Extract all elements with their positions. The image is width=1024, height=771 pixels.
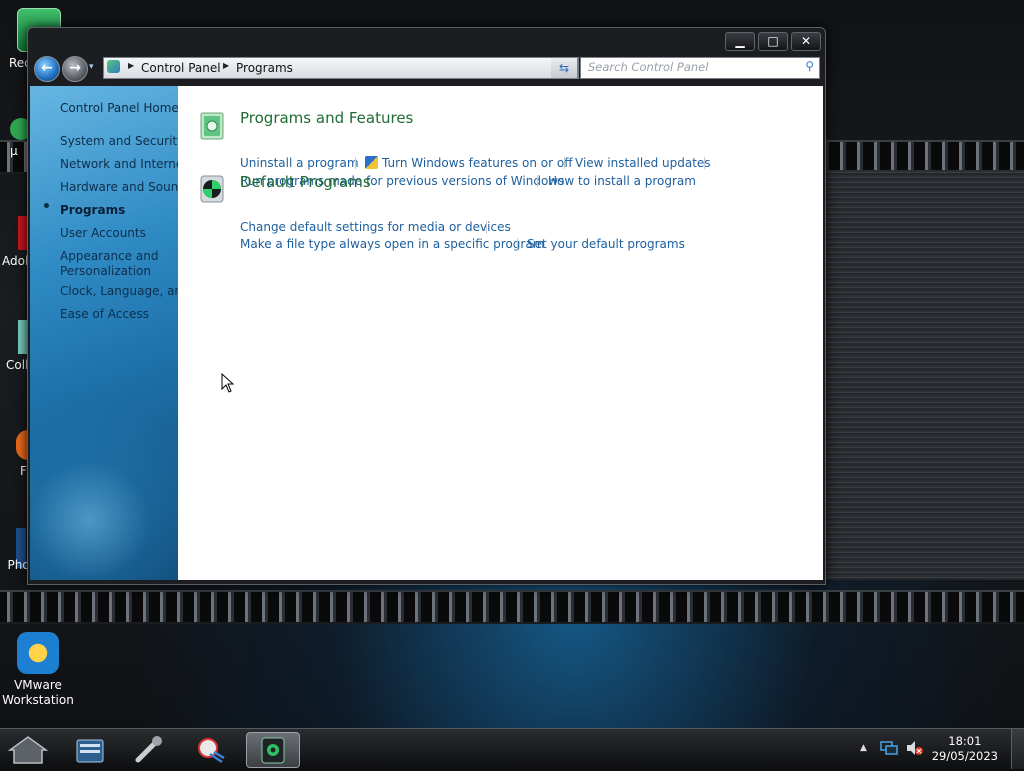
close-button[interactable]: ✕ bbox=[791, 32, 821, 51]
taskbar: ▲ 18:01 29/05/2023 bbox=[0, 728, 1024, 769]
sidebar-item-control-panel-home[interactable]: Control Panel Home bbox=[60, 101, 179, 115]
folder-icon bbox=[76, 739, 104, 763]
show-desktop-button[interactable] bbox=[1011, 729, 1024, 769]
link-divider bbox=[537, 175, 538, 187]
taskbar-media[interactable] bbox=[124, 732, 176, 766]
maximize-icon: □ bbox=[767, 34, 779, 48]
desktop-icon-label: µ bbox=[10, 144, 18, 158]
desktop-icon-label: Adol bbox=[2, 254, 29, 268]
tray-expand-icon[interactable]: ▲ bbox=[860, 743, 867, 753]
taskbar-control-panel[interactable] bbox=[246, 732, 300, 768]
back-button[interactable]: ← bbox=[34, 56, 60, 82]
vmware-icon bbox=[17, 632, 59, 674]
sidebar-item-appearance[interactable]: Appearance and bbox=[60, 249, 158, 263]
search-input[interactable] bbox=[581, 58, 793, 76]
link-divider bbox=[564, 157, 565, 169]
mouse-cursor-icon bbox=[221, 373, 235, 393]
system-clock[interactable]: 18:01 29/05/2023 bbox=[932, 734, 998, 764]
wallpaper-metal-panel bbox=[825, 170, 1024, 580]
link-how-to-install[interactable]: How to install a program bbox=[548, 174, 696, 188]
link-divider bbox=[704, 157, 705, 169]
breadcrumb-programs[interactable]: Programs bbox=[236, 61, 293, 75]
link-file-type-association[interactable]: Make a file type always open in a specif… bbox=[240, 237, 544, 251]
minimize-button[interactable]: ▁ bbox=[725, 32, 755, 51]
address-bar[interactable]: ▶ Control Panel ▶ Programs ▾ bbox=[103, 57, 579, 79]
refresh-icon: ⇆ bbox=[558, 61, 570, 75]
sidebar-item-personalization[interactable]: Personalization bbox=[60, 264, 151, 278]
category-title-programs-and-features[interactable]: Programs and Features bbox=[240, 109, 413, 127]
clock-date: 29/05/2023 bbox=[931, 749, 998, 763]
arrow-right-icon: → bbox=[69, 60, 81, 76]
maximize-button[interactable]: □ bbox=[758, 32, 788, 51]
search-box: ⚲ bbox=[580, 57, 820, 79]
link-divider bbox=[517, 238, 518, 250]
desktop-icon-label: Coll bbox=[6, 358, 29, 372]
control-panel-icon bbox=[261, 737, 285, 764]
control-panel-window: ▁ □ ✕ ← → ▾ ▶ Control Panel ▶ Programs ▾… bbox=[27, 27, 826, 585]
desktop-icon-utorrent[interactable]: µ bbox=[0, 118, 32, 159]
active-item-bullet-icon bbox=[44, 203, 49, 208]
category-title-default-programs[interactable]: Default Programs bbox=[240, 173, 371, 191]
sidebar-item-programs[interactable]: Programs bbox=[60, 203, 125, 217]
forward-button[interactable]: → bbox=[62, 56, 88, 82]
sidebar-item-user-accounts[interactable]: User Accounts bbox=[60, 226, 146, 240]
uac-shield-icon bbox=[365, 156, 378, 169]
desktop-icon-firefox[interactable]: F bbox=[0, 430, 28, 479]
scissors-icon bbox=[198, 738, 225, 764]
sidebar-item-network-and-internet[interactable]: Network and Internet bbox=[60, 157, 188, 171]
control-panel-icon bbox=[107, 60, 120, 73]
link-windows-features[interactable]: Turn Windows features on or off bbox=[365, 156, 573, 170]
desktop-icon-adobe[interactable]: Adol bbox=[0, 216, 28, 269]
wallpaper-grille bbox=[0, 590, 1024, 624]
breadcrumb-separator-icon: ▶ bbox=[223, 61, 230, 70]
microphone-icon bbox=[135, 736, 162, 763]
default-programs-icon bbox=[200, 175, 224, 203]
navigation-bar: ← → ▾ ▶ Control Panel ▶ Programs ▾ ⇆ ⚲ bbox=[32, 56, 821, 82]
link-view-installed-updates[interactable]: View installed updates bbox=[575, 156, 711, 170]
link-windows-features-label: Turn Windows features on or off bbox=[382, 156, 573, 170]
breadcrumb-separator-icon: ▶ bbox=[128, 61, 135, 70]
minimize-icon: ▁ bbox=[735, 34, 745, 48]
main-content: Programs and Features Uninstall a progra… bbox=[178, 86, 823, 580]
sidebar: Control Panel Home System and Security N… bbox=[30, 86, 190, 580]
network-icon[interactable] bbox=[880, 740, 898, 756]
breadcrumb-control-panel[interactable]: Control Panel bbox=[141, 61, 221, 75]
desktop-icon-vmware[interactable]: VMware Workstation bbox=[1, 632, 75, 708]
sidebar-item-ease-of-access[interactable]: Ease of Access bbox=[60, 307, 149, 321]
desktop-icon-coll[interactable]: Coll bbox=[0, 320, 28, 373]
start-button[interactable] bbox=[2, 732, 54, 766]
taskbar-explorer[interactable] bbox=[64, 732, 116, 766]
refresh-button[interactable]: ⇆ bbox=[551, 57, 578, 79]
link-set-default-programs[interactable]: Set your default programs bbox=[527, 237, 685, 251]
arrow-left-icon: ← bbox=[41, 60, 53, 76]
programs-features-icon bbox=[200, 112, 224, 140]
close-icon: ✕ bbox=[800, 34, 812, 48]
recent-pages-dropdown[interactable]: ▾ bbox=[89, 62, 94, 72]
taskbar-snipping-tool[interactable] bbox=[186, 732, 238, 766]
title-bar[interactable]: ▁ □ ✕ bbox=[28, 28, 825, 54]
search-icon[interactable]: ⚲ bbox=[805, 59, 814, 73]
desktop-icon-label: VMware Workstation bbox=[2, 678, 74, 707]
home-icon bbox=[7, 736, 49, 764]
link-uninstall-program[interactable]: Uninstall a program bbox=[240, 156, 359, 170]
link-divider bbox=[355, 157, 356, 169]
sidebar-item-system-and-security[interactable]: System and Security bbox=[60, 134, 184, 148]
link-divider bbox=[486, 221, 487, 233]
link-change-default-settings[interactable]: Change default settings for media or dev… bbox=[240, 220, 511, 234]
sidebar-item-clock-language[interactable]: Clock, Language, and bbox=[60, 284, 190, 298]
volume-muted-icon[interactable] bbox=[906, 740, 924, 756]
sidebar-item-hardware-and-sound[interactable]: Hardware and Sound bbox=[60, 180, 186, 194]
chevron-down-icon: ▾ bbox=[89, 62, 94, 72]
clock-time: 18:01 bbox=[948, 734, 982, 748]
